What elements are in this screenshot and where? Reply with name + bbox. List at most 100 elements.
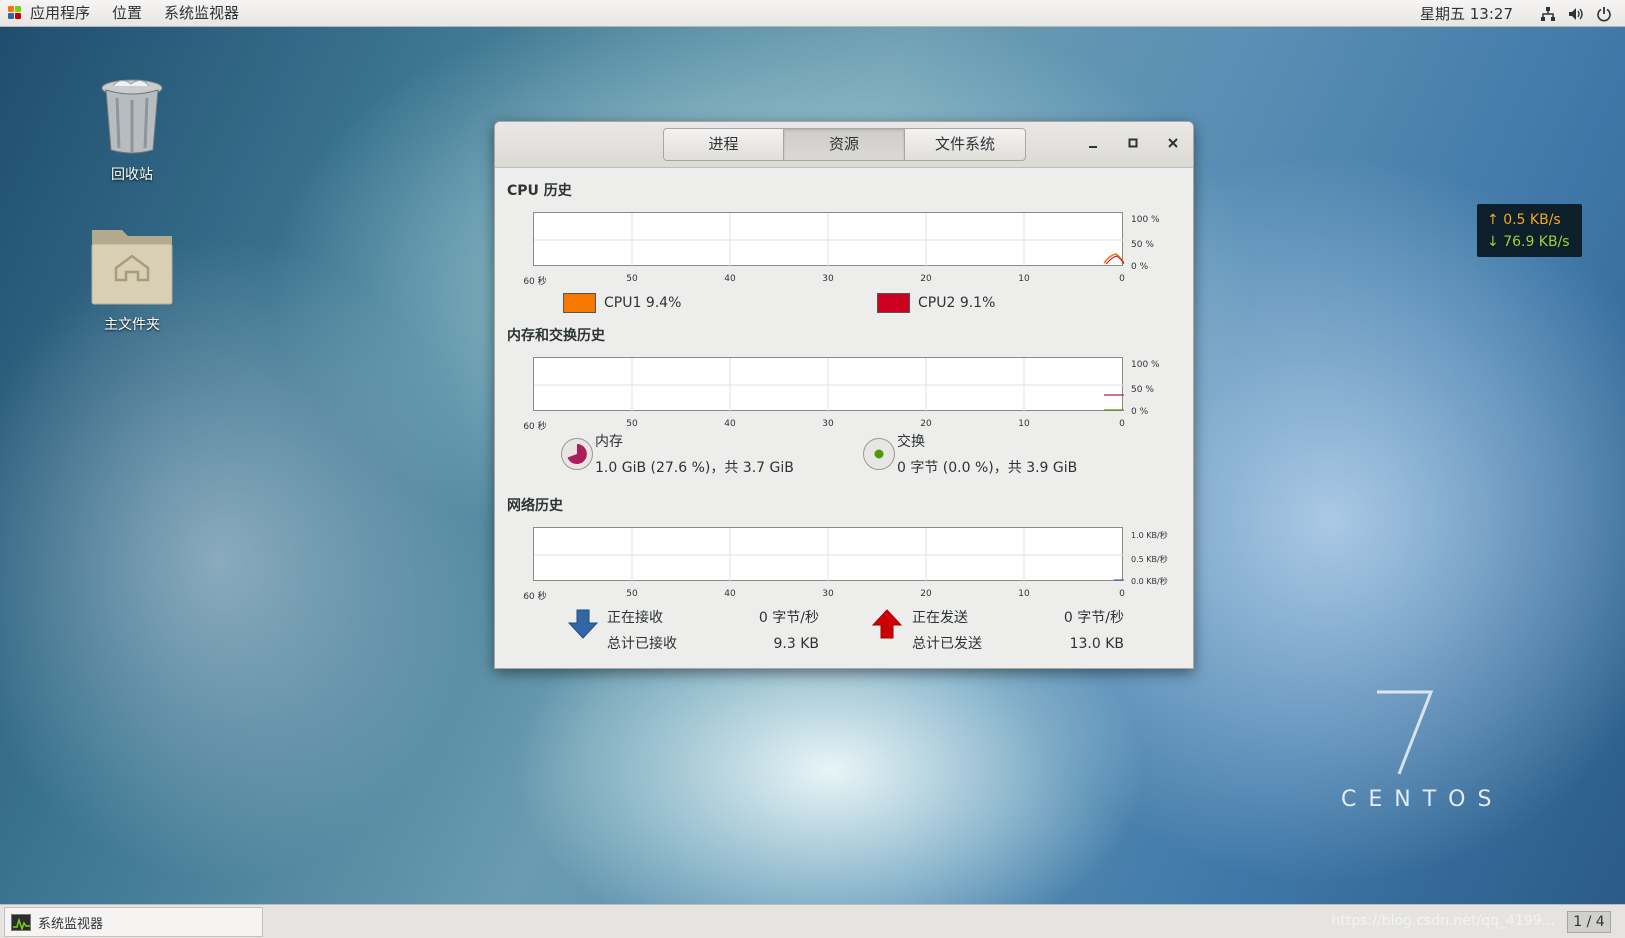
cpu1-line bbox=[1103, 253, 1124, 264]
resources-panel: CPU 历史 60 秒 50 40 30 20 10 0 100 % 50 % … bbox=[495, 168, 1193, 668]
receiving-arrow-icon[interactable] bbox=[567, 608, 599, 640]
home-desktop-icon[interactable]: 主文件夹 bbox=[77, 222, 187, 334]
x-tick: 30 bbox=[822, 589, 834, 599]
cpu1-color-swatch[interactable] bbox=[563, 293, 596, 313]
volume-icon[interactable] bbox=[1567, 5, 1585, 23]
y-tick: 0 % bbox=[1131, 407, 1149, 417]
memory-history-title: 内存和交换历史 bbox=[507, 328, 605, 344]
memory-graph bbox=[533, 357, 1124, 412]
taskbar-system-monitor[interactable]: 系统监视器 bbox=[4, 907, 263, 937]
active-app-menu[interactable]: 系统监视器 bbox=[153, 0, 250, 27]
window-titlebar[interactable]: 进程 资源 文件系统 bbox=[495, 122, 1193, 168]
desktop: 应用程序 位置 系统监视器 星期五 13:27 回收站 主文件夹 ↑ 0.5 K… bbox=[0, 0, 1625, 938]
x-tick: 0 bbox=[1119, 589, 1125, 599]
y-tick: 1.0 KB/秒 bbox=[1131, 531, 1168, 540]
receiving-labels: 正在接收 总计已接收 bbox=[607, 605, 677, 657]
download-speed: 76.9 KB/s bbox=[1503, 234, 1570, 250]
x-tick: 60 秒 bbox=[523, 422, 547, 432]
close-icon bbox=[1168, 138, 1178, 148]
minimize-button[interactable] bbox=[1081, 132, 1105, 156]
sending-values: 0 字节/秒 13.0 KB bbox=[1040, 605, 1124, 657]
download-arrow-icon: ↓ bbox=[1487, 234, 1504, 250]
system-monitor-icon bbox=[11, 913, 31, 931]
sending-value: 0 字节/秒 bbox=[1063, 610, 1124, 626]
places-menu[interactable]: 位置 bbox=[101, 0, 153, 27]
total-received-value: 9.3 KB bbox=[773, 636, 820, 652]
receiving-label: 正在接收 bbox=[607, 610, 663, 626]
y-tick: 100 % bbox=[1131, 360, 1160, 370]
maximize-button[interactable] bbox=[1121, 132, 1145, 156]
workspace-pager[interactable]: 1 / 4 bbox=[1567, 911, 1611, 933]
cpu-x-axis: 60 秒 50 40 30 20 10 0 bbox=[523, 274, 1125, 287]
x-tick: 60 秒 bbox=[523, 592, 547, 602]
swap-info: 交换 0 字节 (0.0 %)，共 3.9 GiB bbox=[897, 429, 1077, 481]
sending-labels: 正在发送 总计已发送 bbox=[912, 605, 982, 657]
cpu1-legend[interactable]: CPU1 9.4% bbox=[563, 293, 681, 313]
x-tick: 40 bbox=[724, 419, 736, 429]
sending-arrow-icon[interactable] bbox=[871, 608, 903, 640]
x-tick: 30 bbox=[822, 274, 834, 284]
maximize-icon bbox=[1128, 138, 1138, 148]
x-tick: 10 bbox=[1018, 419, 1030, 429]
swap-value: 0 字节 (0.0 %)，共 3.9 GiB bbox=[897, 460, 1078, 476]
swap-pie-icon[interactable] bbox=[863, 438, 895, 470]
receiving-value: 0 字节/秒 bbox=[758, 610, 819, 626]
gnome-foot-icon bbox=[8, 6, 22, 20]
applications-menu[interactable]: 应用程序 bbox=[0, 0, 101, 27]
tab-resources[interactable]: 资源 bbox=[784, 128, 905, 161]
close-button[interactable] bbox=[1161, 132, 1185, 156]
home-folder-label: 主文件夹 bbox=[104, 317, 160, 333]
cpu2-legend[interactable]: CPU2 9.1% bbox=[877, 293, 995, 313]
y-tick: 100 % bbox=[1131, 215, 1160, 225]
cpu-graph bbox=[533, 212, 1124, 267]
sending-label: 正在发送 bbox=[912, 610, 968, 626]
clock[interactable]: 星期五 13:27 bbox=[1420, 3, 1513, 24]
x-tick: 0 bbox=[1119, 419, 1125, 429]
total-received-label: 总计已接收 bbox=[607, 636, 677, 652]
swap-label: 交换 bbox=[897, 434, 925, 450]
total-sent-label: 总计已发送 bbox=[912, 636, 982, 652]
home-folder-icon bbox=[91, 230, 173, 305]
trash-desktop-icon[interactable]: 回收站 bbox=[77, 76, 187, 184]
x-tick: 60 秒 bbox=[523, 277, 547, 287]
centos-wordmark: CENTOS bbox=[1341, 787, 1504, 812]
x-tick: 50 bbox=[626, 589, 638, 599]
watermark-text: https://blog.csdn.net/qq_4199... bbox=[1331, 913, 1555, 929]
y-tick: 0.5 KB/秒 bbox=[1131, 555, 1168, 564]
minimize-icon bbox=[1089, 146, 1097, 148]
network-x-axis: 60 秒 50 40 30 20 10 0 bbox=[523, 589, 1125, 602]
view-switcher: 进程 资源 文件系统 bbox=[663, 128, 1026, 161]
memory-info: 内存 1.0 GiB (27.6 %)，共 3.7 GiB bbox=[595, 429, 794, 481]
receiving-values: 0 字节/秒 9.3 KB bbox=[735, 605, 819, 657]
power-icon[interactable] bbox=[1595, 5, 1613, 23]
cpu2-label: CPU2 bbox=[918, 295, 956, 311]
y-tick: 0.0 KB/秒 bbox=[1131, 577, 1168, 586]
cpu-history-title: CPU 历史 bbox=[507, 183, 572, 199]
cpu1-label: CPU1 bbox=[604, 295, 642, 311]
centos-7-logo bbox=[1377, 690, 1434, 775]
x-tick: 50 bbox=[626, 419, 638, 429]
cpu2-color-swatch[interactable] bbox=[877, 293, 910, 313]
x-tick: 20 bbox=[920, 274, 932, 284]
upload-speed: 0.5 KB/s bbox=[1503, 212, 1561, 228]
network-history-title: 网络历史 bbox=[507, 498, 563, 514]
x-tick: 10 bbox=[1018, 589, 1030, 599]
x-tick: 30 bbox=[822, 419, 834, 429]
y-tick: 0 % bbox=[1131, 262, 1149, 272]
total-sent-value: 13.0 KB bbox=[1069, 636, 1124, 652]
trash-icon bbox=[101, 79, 163, 154]
memory-pie-icon[interactable] bbox=[561, 438, 593, 470]
x-tick: 0 bbox=[1119, 274, 1125, 284]
applications-label: 应用程序 bbox=[30, 3, 91, 22]
memory-value: 1.0 GiB (27.6 %)，共 3.7 GiB bbox=[595, 460, 794, 476]
x-tick: 20 bbox=[920, 419, 932, 429]
tab-filesystems[interactable]: 文件系统 bbox=[905, 128, 1026, 161]
y-tick: 50 % bbox=[1131, 240, 1154, 250]
upload-arrow-icon: ↑ bbox=[1487, 212, 1504, 228]
network-icon[interactable] bbox=[1539, 5, 1557, 23]
trash-label: 回收站 bbox=[111, 167, 153, 183]
bottom-panel: 系统监视器 https://blog.csdn.net/qq_4199... 1… bbox=[0, 904, 1625, 938]
tab-processes[interactable]: 进程 bbox=[663, 128, 784, 161]
cpu1-value: 9.4% bbox=[645, 295, 682, 311]
x-tick: 50 bbox=[626, 274, 638, 284]
